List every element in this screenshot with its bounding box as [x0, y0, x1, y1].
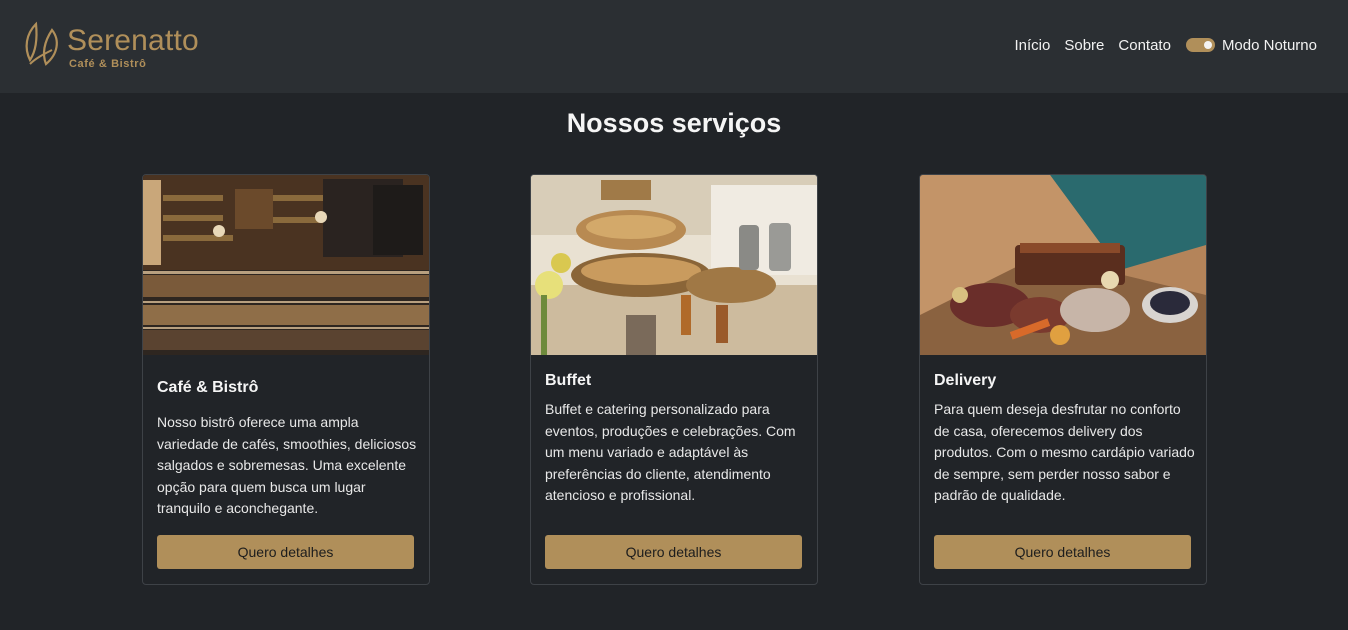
service-card-delivery: Delivery Para quem deseja desfrutar no c…	[919, 174, 1207, 585]
nav-link-contato[interactable]: Contato	[1118, 37, 1171, 54]
cafe-counter-photo	[143, 175, 429, 355]
section-title: Nossos serviços	[566, 108, 782, 138]
nav-link-sobre[interactable]: Sobre	[1064, 37, 1104, 54]
dark-mode-toggle[interactable]	[1185, 38, 1215, 52]
nav-link-inicio[interactable]: Início	[1015, 37, 1051, 54]
service-card-buffet: Buffet Buffet e catering personalizado p…	[530, 174, 818, 585]
card-title: Café & Bistrô	[157, 379, 259, 396]
main-nav: Início Sobre Contato Modo Noturno	[1015, 35, 1318, 55]
card-description: Nosso bistrô oferece uma ampla variedade…	[157, 414, 417, 516]
details-button[interactable]: Quero detalhes	[157, 535, 414, 569]
site-header: Serenatto Café & Bistrô Início Sobre Con…	[0, 0, 1348, 93]
logo[interactable]: Serenatto Café & Bistrô	[22, 20, 212, 74]
details-button[interactable]: Quero detalhes	[545, 535, 802, 569]
card-description: Para quem deseja desfrutar no conforto d…	[934, 401, 1195, 503]
toggle-knob	[1203, 41, 1212, 49]
brand-tagline: Café & Bistrô	[69, 58, 147, 70]
dark-mode-label: Modo Noturno	[1221, 36, 1317, 54]
card-title: Delivery	[934, 372, 997, 389]
brand-name: Serenatto	[67, 24, 199, 57]
service-card-cafe: Café & Bistrô Nosso bistrô oferece uma a…	[142, 174, 430, 585]
delivery-box-photo	[920, 175, 1206, 355]
card-title: Buffet	[545, 372, 592, 389]
details-button[interactable]: Quero detalhes	[934, 535, 1191, 569]
buffet-table-photo	[531, 175, 817, 355]
card-description: Buffet e catering personalizado para eve…	[545, 401, 796, 503]
coffee-leaf-icon	[25, 21, 58, 66]
